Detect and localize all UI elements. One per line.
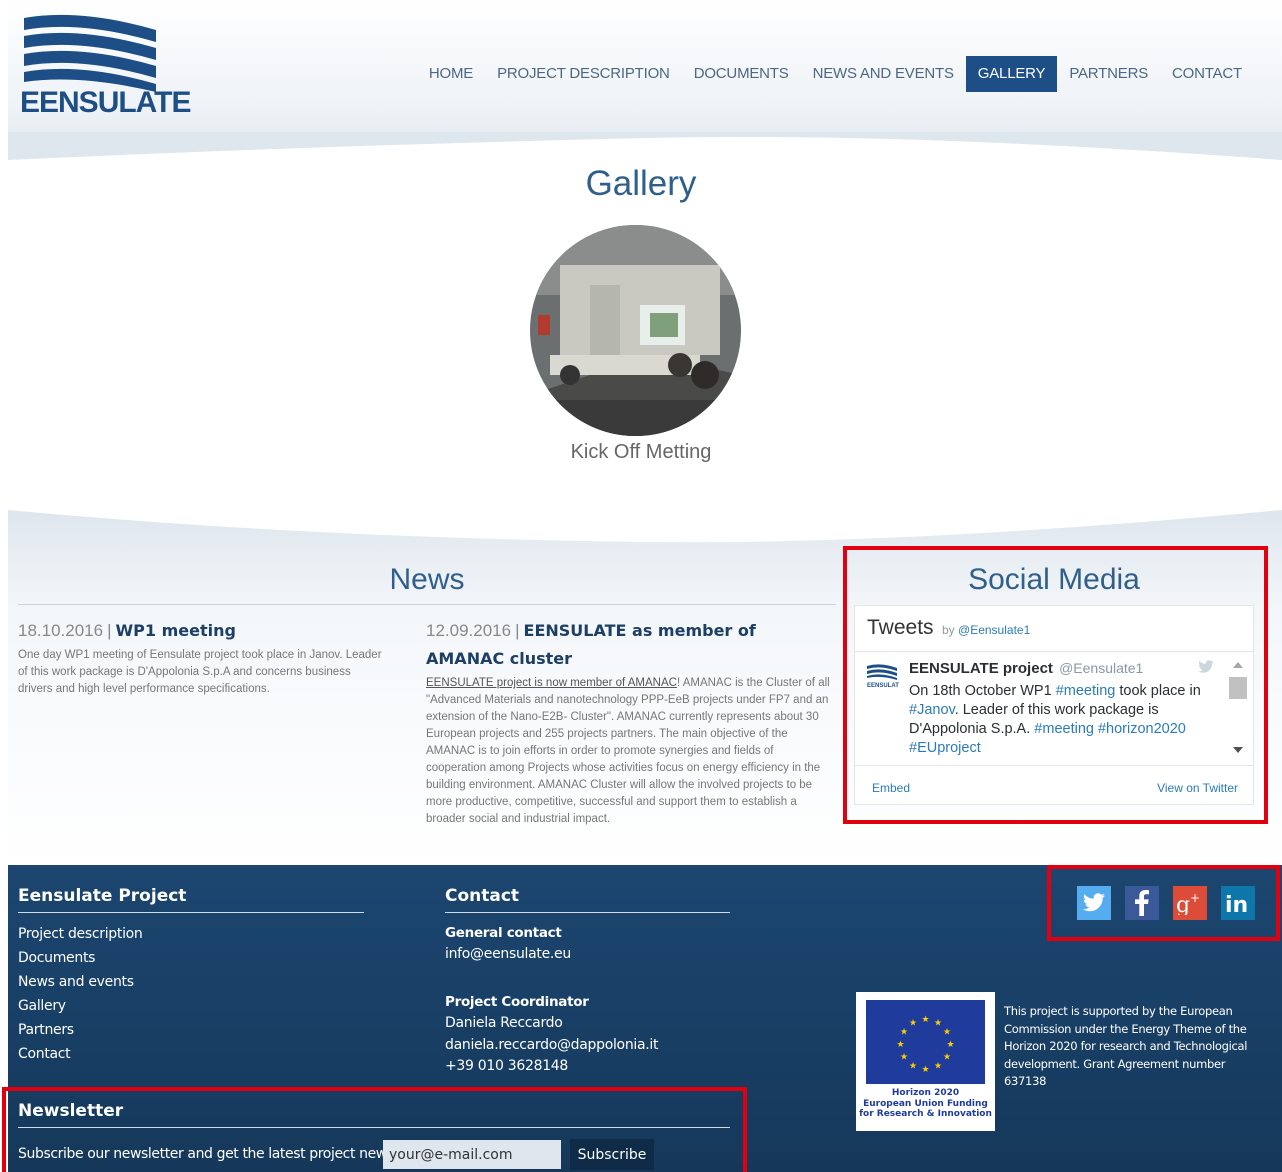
svg-text:★: ★ [946, 1040, 954, 1050]
hashtag-link[interactable]: #meeting [1034, 721, 1094, 737]
scroll-down-arrow-icon[interactable] [1233, 747, 1243, 753]
eu-flag-icon: ★ ★ ★ ★ ★ ★ ★ ★ ★ ★ ★ ★ [866, 1000, 985, 1084]
svg-text:★: ★ [921, 1015, 929, 1025]
nav-documents[interactable]: DOCUMENTS [682, 56, 801, 92]
twitter-by-label: by [941, 623, 955, 637]
svg-text:★: ★ [909, 1019, 917, 1029]
hashtag-link[interactable]: #meeting [1056, 683, 1116, 699]
eu-horizon-2020-logo: ★ ★ ★ ★ ★ ★ ★ ★ ★ ★ ★ ★ Horizon 2020 European Un… [856, 992, 995, 1131]
twitter-widget-footer: Embed View on Twitter [855, 766, 1253, 804]
tweet-text: On 18th October WP1 #meeting took place … [909, 683, 1201, 756]
scroll-up-arrow-icon[interactable] [1233, 662, 1243, 668]
coordinator-email[interactable]: daniela.reccardo@dappolonia.it [445, 1037, 659, 1053]
coordinator-label: Project Coordinator [445, 994, 589, 1010]
svg-text:g: g [1176, 893, 1190, 915]
hashtag-link[interactable]: #horizon2020 [1094, 721, 1186, 737]
tweet-handle[interactable]: @Eensulate1 [1059, 660, 1143, 676]
facebook-icon[interactable] [1125, 886, 1159, 920]
news-body: One day WP1 meeting of Eensulate project… [18, 649, 382, 695]
band-wave-divider [8, 500, 1282, 543]
tweet-author[interactable]: EENSULATE project [909, 660, 1053, 677]
footer-link-partners[interactable]: Partners [18, 1022, 74, 1038]
newsletter-email-input[interactable] [383, 1140, 561, 1169]
general-contact-label: General contact [445, 925, 562, 941]
nav-contact[interactable]: CONTACT [1160, 56, 1254, 92]
hashtag-link[interactable]: #Janov [909, 702, 955, 718]
svg-text:in: in [1225, 893, 1248, 915]
main-nav: HOME PROJECT DESCRIPTION DOCUMENTS NEWS … [417, 56, 1254, 92]
twitter-icon[interactable] [1077, 886, 1111, 920]
page-title: Gallery [585, 164, 697, 203]
footer-divider [18, 912, 364, 913]
news-section-title: News [389, 563, 465, 596]
twitter-bird-icon[interactable] [1197, 660, 1215, 674]
eu-funding-text: This project is supported by the Europea… [1004, 1004, 1248, 1088]
newsletter-heading: Newsletter [18, 1101, 124, 1121]
news-item: 18.10.2016 | WP1 meeting One day WP1 meeti… [18, 617, 388, 698]
footer-divider [18, 1127, 730, 1128]
news-date: 12.09.2016 [426, 621, 512, 640]
footer-link-project-description[interactable]: Project description [18, 926, 143, 942]
gallery-item-photo[interactable] [530, 225, 741, 436]
svg-text:★: ★ [900, 1053, 908, 1063]
svg-text:EENSULATE: EENSULATE [867, 683, 899, 688]
view-on-twitter-link[interactable]: View on Twitter [1157, 781, 1238, 795]
tweet-list[interactable]: EENSULATE EENSULATE project @Eensulate1 … [855, 652, 1253, 766]
news-body: ! AMANAC is the Cluster of all "Advanced… [426, 677, 830, 825]
twitter-handle-link[interactable]: @Eensulate1 [958, 623, 1030, 637]
hashtag-link[interactable]: #EUproject [909, 740, 981, 756]
news-separator: | [515, 621, 520, 640]
footer-link-documents[interactable]: Documents [18, 950, 95, 966]
subscribe-button[interactable]: Subscribe [570, 1139, 654, 1170]
nav-partners[interactable]: PARTNERS [1057, 56, 1160, 92]
svg-text:★: ★ [900, 1028, 908, 1038]
scroll-thumb[interactable] [1229, 677, 1247, 699]
news-divider [18, 604, 836, 605]
nav-news-and-events[interactable]: NEWS AND EVENTS [801, 56, 966, 92]
nav-project-description[interactable]: PROJECT DESCRIPTION [485, 56, 682, 92]
meeting-room-photo [530, 225, 741, 436]
svg-text:★: ★ [943, 1028, 951, 1038]
footer-divider [445, 912, 730, 913]
news-date: 18.10.2016 [18, 621, 104, 640]
tweet-avatar[interactable]: EENSULATE [865, 662, 899, 688]
svg-text:★: ★ [934, 1019, 942, 1029]
embed-link[interactable]: Embed [872, 781, 910, 795]
eu-caption-line: European Union Funding [863, 1098, 988, 1109]
svg-text:★: ★ [896, 1040, 904, 1050]
news-item: 12.09.2016 | EENSULATE as member of AMANAC… [426, 617, 836, 828]
coordinator-phone: +39 010 3628148 [445, 1058, 569, 1074]
eu-caption-line: Horizon 2020 [891, 1088, 960, 1098]
svg-text:★: ★ [909, 1062, 917, 1072]
site-footer: Eensulate Project Project description Do… [8, 865, 1282, 1172]
tweet-scrollbar[interactable] [1229, 652, 1251, 765]
general-contact-email[interactable]: info@eensulate.eu [445, 946, 571, 962]
footer-link-gallery[interactable]: Gallery [18, 998, 66, 1014]
svg-text:+: + [1190, 891, 1200, 905]
twitter-widget-header: Tweets by @Eensulate1 [855, 606, 1253, 652]
linkedin-icon[interactable]: in [1221, 886, 1255, 920]
news-separator: | [107, 621, 112, 640]
svg-text:★: ★ [943, 1053, 951, 1063]
coordinator-name: Daniela Reccardo [445, 1015, 563, 1031]
news-title-link[interactable]: WP1 meeting [116, 621, 236, 640]
twitter-timeline-widget: Tweets by @Eensulate1 EENSULATE EENSULAT… [854, 605, 1254, 805]
footer-project-heading: Eensulate Project [18, 886, 187, 906]
gallery-item-caption[interactable]: Kick Off Metting [0, 441, 1282, 464]
newsletter-description: Subscribe our newsletter and get the lat… [18, 1146, 394, 1162]
logo-text: EENSULATE [20, 86, 191, 119]
svg-text:★: ★ [921, 1065, 929, 1075]
footer-link-contact[interactable]: Contact [18, 1046, 71, 1062]
footer-contact-heading: Contact [445, 886, 520, 906]
svg-text:★: ★ [934, 1062, 942, 1072]
google-plus-icon[interactable]: g + [1173, 886, 1207, 920]
twitter-widget-title: Tweets [867, 616, 934, 639]
eu-caption-line: for Research & Innovation [859, 1109, 992, 1119]
amanac-link[interactable]: EENSULATE project is now member of AMANA… [426, 677, 677, 689]
nav-gallery[interactable]: GALLERY [965, 56, 1058, 92]
nav-home[interactable]: HOME [417, 56, 485, 92]
footer-link-news-and-events[interactable]: News and events [18, 974, 134, 990]
social-section-title: Social Media [968, 563, 1140, 596]
